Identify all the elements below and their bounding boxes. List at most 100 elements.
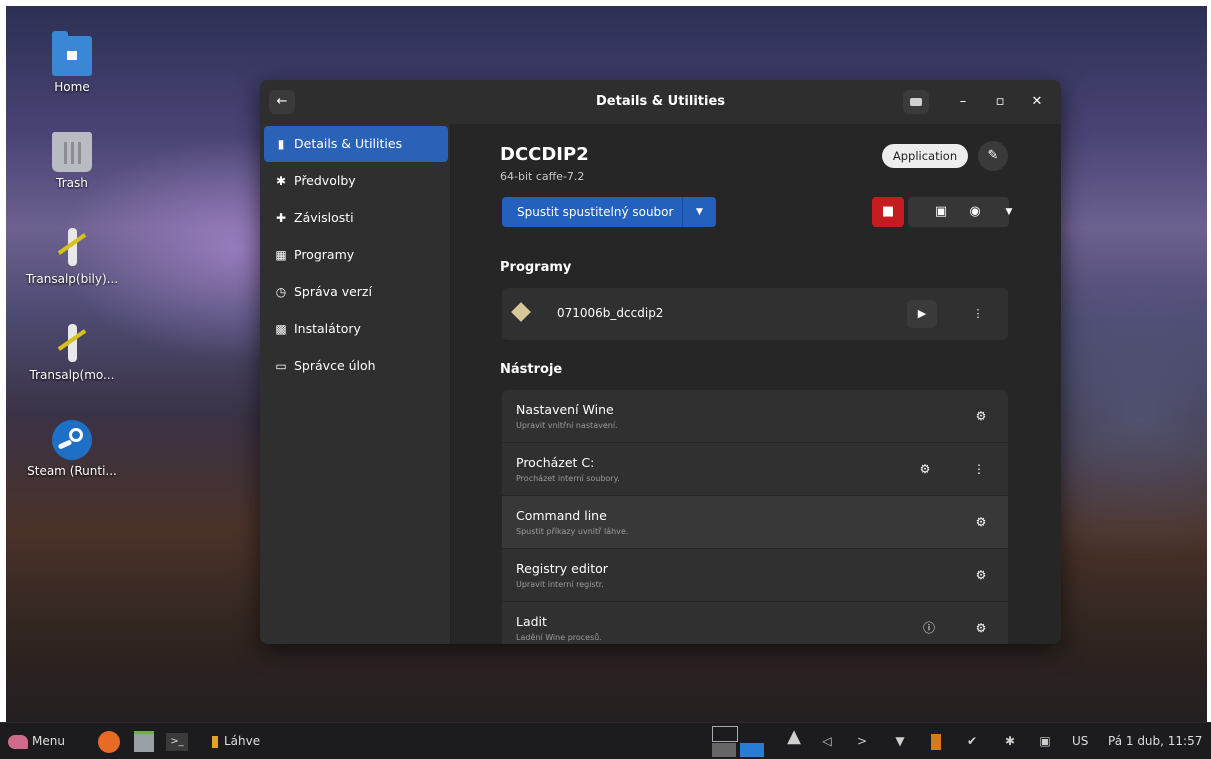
minimize-icon: – (959, 94, 967, 109)
desktop-icon-label: Steam (Runti... (27, 464, 117, 478)
network-icon[interactable]: ▼ (893, 734, 907, 748)
programs-list: 071006b_dccdip2 ▶ ⋮ (502, 288, 1008, 340)
record-icon: ◉ (969, 204, 981, 219)
installers-icon: ▩ (275, 322, 287, 336)
files-launcher[interactable] (134, 723, 154, 759)
info-icon: ⓘ (922, 621, 935, 635)
title-bar: ← Details & Utilities – ▫ ✕ (260, 80, 1061, 125)
app-window: ← Details & Utilities – ▫ ✕ ▮ Details & … (260, 80, 1061, 644)
tool-description: Upravit interní registr. (516, 580, 604, 589)
desktop-icon-transalp-mo[interactable]: Transalp(mo... (17, 324, 127, 382)
tool-row-debug[interactable]: Ladit Ladění Wine procesů. ⓘ ⚙ (502, 602, 1008, 644)
gears-icon: ⚙ (975, 409, 987, 423)
kebab-menu-icon: ⋮ (973, 462, 985, 476)
transalp-icon (52, 228, 92, 268)
kebab-menu-icon: ⋮ (972, 307, 984, 320)
terminal-launcher[interactable]: >_ (166, 723, 188, 759)
sidebar-item-label: Details & Utilities (294, 136, 403, 151)
gears-icon: ⚙ (975, 515, 987, 529)
maximize-icon: ▫ (995, 94, 1005, 109)
sidebar-item-details[interactable]: ▮ Details & Utilities (264, 126, 448, 162)
menu-button[interactable]: Menu (8, 723, 65, 759)
sidebar-item-programs[interactable]: ▦ Programy (264, 237, 448, 273)
tool-row-registry-editor[interactable]: Registry editor Upravit interní registr.… (502, 549, 1008, 602)
play-icon: ▶ (917, 307, 927, 320)
screen-border-top (0, 0, 1211, 6)
sidebar-item-label: Instalátory (294, 321, 361, 336)
pencil-icon: ✎ (987, 148, 999, 163)
sidebar-item-label: Závislosti (294, 210, 354, 225)
program-icon (511, 302, 531, 322)
tool-description: Spustit příkazy uvnitř láhve. (516, 527, 629, 536)
edit-button[interactable]: ✎ (978, 141, 1008, 171)
tool-menu-button[interactable]: ⋮ (965, 455, 993, 483)
bottle-icon: ▮ (277, 137, 285, 151)
program-name: 071006b_dccdip2 (557, 306, 664, 320)
close-button[interactable]: ✕ (1024, 90, 1050, 114)
sidebar-item-versioning[interactable]: ◷ Správa verzí (264, 274, 448, 310)
tools-list: Nastavení Wine Upravit vnitřní nastavení… (502, 390, 1008, 644)
update-check-icon[interactable]: ✔ (965, 734, 979, 748)
chevron-down-icon: ▼ (1005, 207, 1013, 217)
bell-icon[interactable]: ▲ (787, 728, 801, 746)
clock[interactable]: Pá 1 dub, 11:57 (1108, 723, 1202, 759)
transalp-icon (52, 324, 92, 364)
bottle-menu-button[interactable] (903, 90, 929, 114)
display-icon[interactable]: ▣ (1038, 734, 1052, 748)
sidebar-item-task-manager[interactable]: ▭ Správce úloh (264, 348, 448, 384)
gear-icon: ✱ (275, 174, 287, 188)
sidebar-item-label: Programy (294, 247, 355, 262)
terminal-icon: >_ (166, 732, 188, 751)
bluetooth-icon[interactable]: ✱ (1003, 734, 1017, 748)
tool-row-command-line[interactable]: Command line Spustit příkazy uvnitř láhv… (502, 496, 1008, 549)
taskbar-task-bottles[interactable]: Láhve (212, 723, 260, 759)
screen-border-right (1207, 0, 1211, 758)
tool-name: Procházet C: (516, 455, 595, 470)
sidebar-item-preferences[interactable]: ✱ Předvolby (264, 163, 448, 199)
desktop-icon-label: Transalp(mo... (29, 368, 115, 382)
bottle-actions-group: ▣ ◉ ▼ (908, 197, 1012, 227)
workspace-2[interactable] (712, 743, 736, 757)
firefox-icon (98, 730, 120, 753)
maximize-button[interactable]: ▫ (987, 90, 1013, 114)
desktop-icon-transalp-bily[interactable]: Transalp(bily)... (17, 228, 127, 286)
delete-bottle-button[interactable]: ■ (872, 197, 904, 227)
tools-heading: Nástroje (500, 362, 563, 377)
sidebar-item-dependencies[interactable]: ✚ Závislosti (264, 200, 448, 236)
bottle-options-icon (910, 97, 922, 106)
keyboard-layout[interactable]: US (1072, 723, 1088, 759)
volume-muted-icon[interactable]: ◁ (820, 734, 834, 748)
workspace-3[interactable] (740, 743, 764, 757)
run-program-button[interactable]: ▶ (907, 300, 937, 328)
program-menu-button[interactable]: ⋮ (963, 300, 993, 328)
tool-description: Upravit vnitřní nastavení. (516, 421, 618, 430)
gears-icon: ⚙ (919, 462, 931, 476)
details-content: DCCDIP2 64-bit caffe-7.2 Application ✎ S… (451, 124, 1061, 644)
firefox-launcher[interactable] (98, 723, 120, 759)
tool-name: Ladit (516, 614, 547, 629)
run-executable-button[interactable]: Spustit spustitelný soubor ▼ (502, 197, 716, 227)
desktop-icon-trash[interactable]: Trash (17, 132, 127, 190)
menu-label: Menu (32, 734, 65, 748)
bottle-runner: 64-bit caffe-7.2 (500, 170, 585, 183)
file-manager-icon (134, 731, 154, 752)
tool-row-browse-c[interactable]: Procházet C: Procházet interní soubory. … (502, 443, 1008, 496)
floppy-icon: ▣ (934, 204, 948, 219)
grid-icon: ▦ (275, 248, 287, 262)
tool-row-wine-settings[interactable]: Nastavení Wine Upravit vnitřní nastavení… (502, 390, 1008, 443)
history-icon: ◷ (275, 285, 287, 299)
workspace-1[interactable] (712, 726, 738, 742)
sidebar-item-installers[interactable]: ▩ Instalátory (264, 311, 448, 347)
battery-icon[interactable] (929, 734, 943, 750)
tool-description: Procházet interní soubory. (516, 474, 620, 483)
terminal-tray-icon[interactable]: > (855, 734, 869, 748)
tool-name: Registry editor (516, 561, 608, 576)
taskbar: Menu >_ Láhve ▲ ◁ > ▼ ✔ ✱ ▣ US Pá 1 dub,… (0, 722, 1211, 759)
desktop-icon-steam[interactable]: Steam (Runti... (17, 420, 127, 478)
info-button[interactable]: ⓘ (915, 614, 943, 642)
chevron-down-icon[interactable]: ▼ (683, 197, 716, 227)
program-row[interactable]: 071006b_dccdip2 ▶ ⋮ (502, 288, 1008, 340)
monitor-icon: ▭ (275, 359, 287, 373)
desktop-icon-home[interactable]: Home (17, 31, 127, 94)
minimize-button[interactable]: – (950, 90, 976, 114)
